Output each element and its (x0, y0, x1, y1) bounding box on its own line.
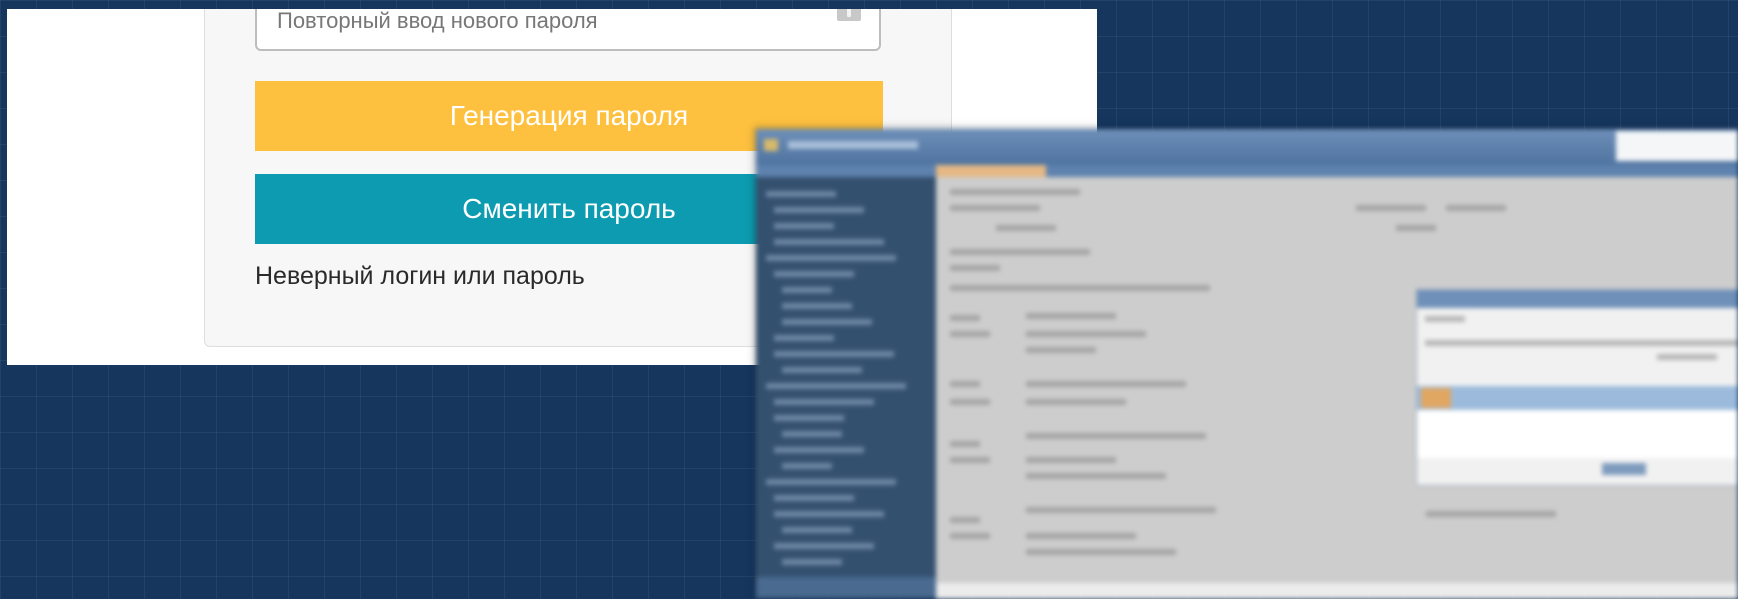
sidebar-line (766, 383, 906, 389)
content-line (1026, 533, 1136, 539)
sidebar-line (766, 479, 896, 485)
dialog-selected-row (1417, 386, 1738, 410)
key-icon[interactable] (837, 9, 861, 21)
sidebar-line (774, 351, 894, 357)
content-line (950, 381, 980, 387)
sidebar-line (782, 463, 832, 469)
content-line (1026, 381, 1186, 387)
screenshot-active-tab (936, 165, 1046, 177)
content-line (1446, 205, 1506, 211)
screenshot-main-area (936, 177, 1738, 599)
dialog-button (1602, 463, 1646, 475)
sidebar-line (774, 447, 864, 453)
sidebar-line (774, 399, 874, 405)
dialog-line (1425, 340, 1738, 346)
repeat-password-field[interactable] (255, 9, 881, 51)
sidebar-line (782, 303, 852, 309)
sidebar-line (782, 431, 842, 437)
content-line (1026, 331, 1146, 337)
sidebar-line (782, 559, 842, 565)
content-line (1026, 313, 1116, 319)
dialog-row-icon (1421, 388, 1451, 408)
content-line (950, 249, 1090, 255)
sidebar-line (782, 319, 872, 325)
content-line (950, 205, 1040, 211)
screenshot-dialog (1416, 289, 1738, 486)
content-line (1026, 457, 1116, 463)
sidebar-line (766, 255, 896, 261)
content-line (1026, 347, 1096, 353)
sidebar-line (782, 527, 852, 533)
sidebar-line (774, 223, 834, 229)
screenshot-sidebar (756, 177, 936, 599)
screenshot-tabs (756, 165, 1738, 177)
dialog-titlebar (1417, 290, 1738, 308)
content-line (1026, 473, 1166, 479)
screenshot-statusbar (936, 583, 1738, 599)
screenshot-title-placeholder (788, 141, 918, 149)
screenshot-titlebar (756, 129, 1738, 165)
sidebar-line (774, 207, 864, 213)
dialog-list-area (1417, 410, 1738, 458)
app-icon (764, 139, 778, 151)
content-line (950, 285, 1210, 291)
content-line (950, 331, 990, 337)
content-line (950, 517, 980, 523)
error-message: Неверный логин или пароль (255, 262, 585, 290)
content-line (950, 315, 980, 321)
dialog-line (1657, 354, 1717, 360)
sidebar-line (782, 367, 862, 373)
sidebar-line (774, 415, 844, 421)
content-line (1026, 507, 1216, 513)
content-line (1026, 549, 1176, 555)
content-line (950, 457, 990, 463)
sidebar-line (774, 271, 854, 277)
sidebar-line (774, 239, 884, 245)
blurred-app-screenshot (756, 129, 1738, 599)
sidebar-selected-item (756, 577, 936, 597)
content-line (950, 189, 1080, 195)
content-line (950, 399, 990, 405)
dialog-line (1425, 316, 1465, 322)
repeat-password-input[interactable] (275, 9, 839, 37)
content-line (1026, 399, 1126, 405)
content-line (996, 225, 1056, 231)
sidebar-line (774, 335, 834, 341)
content-line (950, 533, 990, 539)
content-line (1426, 511, 1556, 517)
screenshot-window-area (1616, 131, 1738, 161)
sidebar-line (782, 287, 832, 293)
sidebar-line (774, 495, 854, 501)
content-line (950, 265, 1000, 271)
sidebar-line (774, 543, 874, 549)
content-line (1356, 205, 1426, 211)
content-line (950, 441, 980, 447)
content-line (1396, 225, 1436, 231)
content-line (1026, 433, 1206, 439)
sidebar-line (766, 191, 836, 197)
sidebar-line (774, 511, 884, 517)
